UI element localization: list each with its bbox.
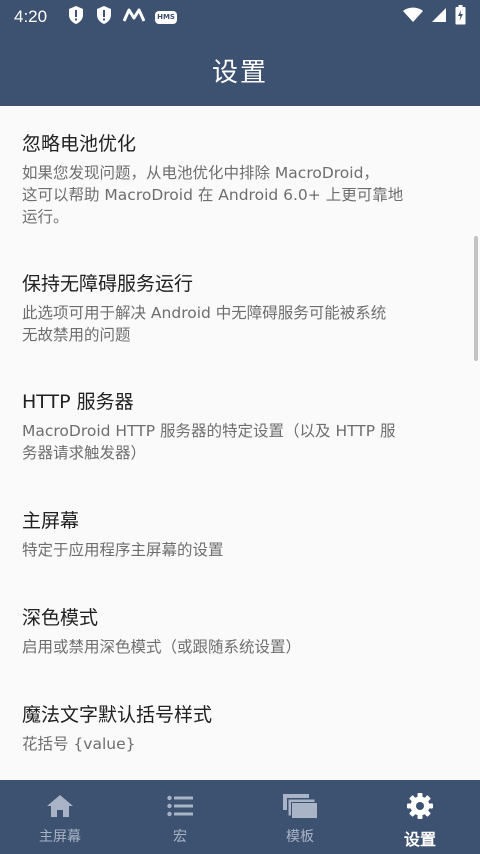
setting-description: 特定于应用程序主屏幕的设置 — [22, 539, 448, 561]
setting-description-line: 特定于应用程序主屏幕的设置 — [22, 541, 224, 559]
setting-description-line: 这可以帮助 MacroDroid 在 Android 6.0+ 上更可靠地 — [22, 186, 404, 204]
setting-description: 此选项可用于解决 Android 中无障碍服务可能被系统 无故禁用的问题 — [22, 302, 448, 346]
gear-icon — [406, 792, 434, 820]
setting-magic-text-bracket-style[interactable]: 魔法文字默认括号样式 花括号 {value} — [0, 701, 470, 755]
settings-list[interactable]: 忽略电池优化 如果您发现问题，从电池优化中排除 MacroDroid， 这可以帮… — [0, 106, 480, 780]
setting-description: 启用或禁用深色模式（或跟随系统设置） — [22, 636, 448, 658]
shield-alert-icon-2 — [95, 5, 113, 29]
setting-title: 保持无障碍服务运行 — [22, 273, 194, 295]
setting-keep-accessibility-running[interactable]: 保持无障碍服务运行 此选项可用于解决 Android 中无障碍服务可能被系统 无… — [0, 270, 470, 346]
bottom-nav: 主屏幕 宏 模板 设置 — [0, 780, 480, 854]
setting-ignore-battery-optimization[interactable]: 忽略电池优化 如果您发现问题，从电池优化中排除 MacroDroid， 这可以帮… — [0, 130, 470, 228]
nav-label: 主屏幕 — [39, 829, 81, 845]
setting-description: 花括号 {value} — [22, 733, 448, 755]
status-left: 4:20 HMS — [14, 5, 177, 29]
status-time: 4:20 — [14, 7, 48, 26]
setting-description-line: 无故禁用的问题 — [22, 326, 131, 344]
macrodroid-logo-icon — [122, 7, 146, 27]
setting-description: 如果您发现问题，从电池优化中排除 MacroDroid， 这可以帮助 Macro… — [22, 162, 448, 228]
setting-description-line: 如果您发现问题，从电池优化中排除 MacroDroid， — [22, 164, 379, 182]
setting-title: 魔法文字默认括号样式 — [22, 704, 213, 726]
page-title: 设置 — [211, 57, 268, 88]
signal-icon — [431, 7, 447, 27]
setting-title: 忽略电池优化 — [22, 133, 137, 155]
setting-title: 主屏幕 — [22, 510, 80, 532]
setting-description: MacroDroid HTTP 服务器的特定设置（以及 HTTP 服 务器请求触… — [22, 420, 448, 464]
nav-item-home[interactable]: 主屏幕 — [0, 780, 120, 854]
shield-alert-icon — [67, 5, 85, 29]
setting-description-line: 启用或禁用深色模式（或跟随系统设置） — [22, 638, 302, 656]
home-icon — [46, 792, 74, 820]
list-icon — [167, 792, 193, 820]
battery-icon — [455, 5, 466, 29]
status-bar: 4:20 HMS — [0, 0, 480, 34]
hms-badge-icon: HMS — [155, 10, 177, 24]
status-right — [403, 5, 466, 29]
templates-icon — [283, 792, 317, 820]
setting-description-line: 务器请求触发器） — [22, 444, 147, 462]
nav-item-macros[interactable]: 宏 — [120, 780, 240, 854]
nav-label: 模板 — [286, 829, 314, 845]
setting-http-server[interactable]: HTTP 服务器 MacroDroid HTTP 服务器的特定设置（以及 HTT… — [0, 388, 470, 464]
setting-description-line: 此选项可用于解决 Android 中无障碍服务可能被系统 — [22, 304, 387, 322]
wifi-icon — [403, 7, 423, 27]
app-bar: 设置 — [0, 34, 480, 106]
scrollbar[interactable] — [474, 236, 478, 361]
nav-label: 设置 — [403, 830, 436, 849]
nav-item-templates[interactable]: 模板 — [240, 780, 360, 854]
setting-dark-mode[interactable]: 深色模式 启用或禁用深色模式（或跟随系统设置） — [0, 604, 470, 658]
setting-title: HTTP 服务器 — [22, 391, 134, 413]
setting-home-screen[interactable]: 主屏幕 特定于应用程序主屏幕的设置 — [0, 507, 470, 561]
setting-description-line: 运行。 — [22, 208, 69, 226]
setting-title: 深色模式 — [22, 607, 99, 629]
setting-description-line: MacroDroid HTTP 服务器的特定设置（以及 HTTP 服 — [22, 422, 396, 440]
nav-label: 宏 — [173, 829, 187, 845]
setting-description-line: 花括号 {value} — [22, 735, 136, 753]
nav-item-settings[interactable]: 设置 — [360, 780, 480, 854]
